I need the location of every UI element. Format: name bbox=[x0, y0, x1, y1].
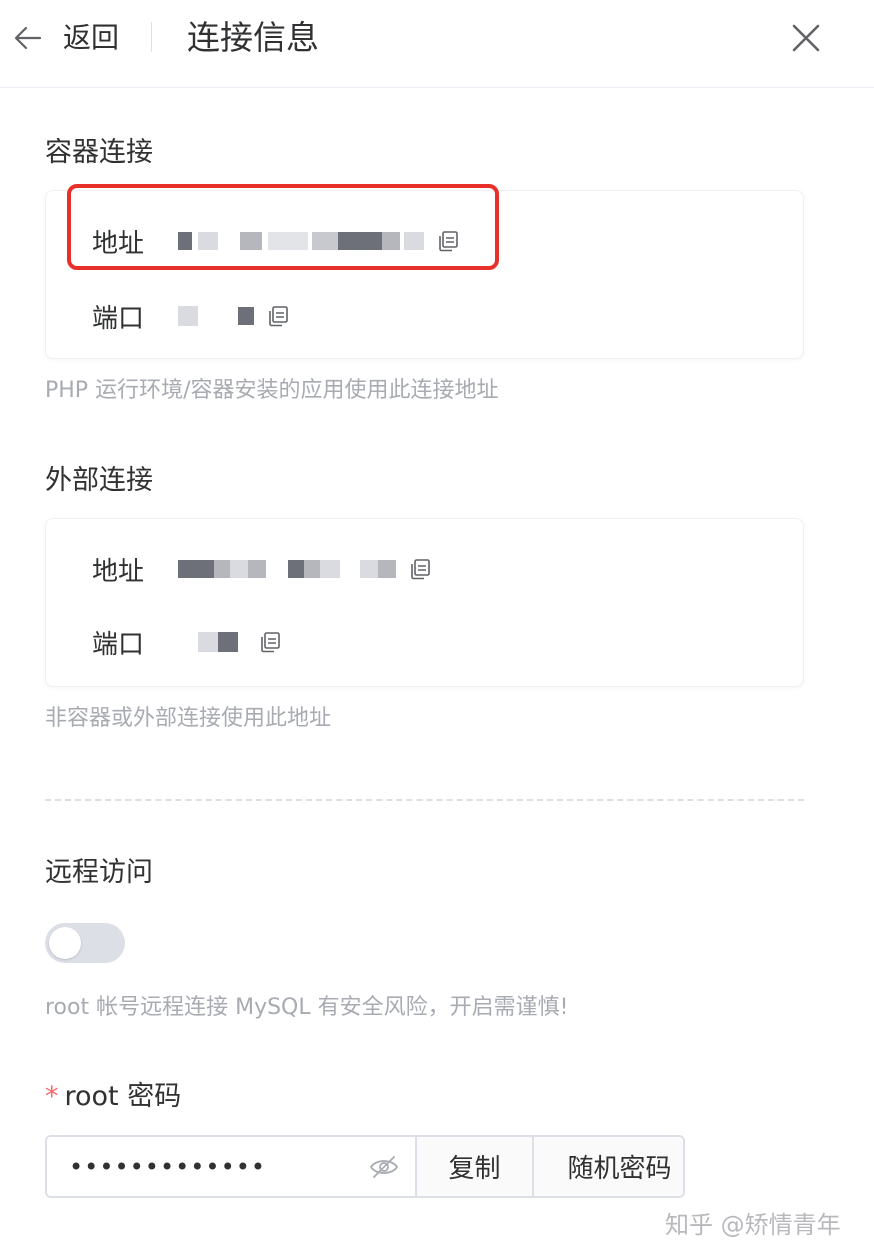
back-button[interactable]: 返回 bbox=[63, 18, 119, 58]
address-highlight-box bbox=[67, 184, 499, 270]
container-port-row: 端口 bbox=[92, 296, 290, 336]
page-title: 连接信息 bbox=[187, 18, 319, 57]
root-password-input[interactable] bbox=[47, 1137, 415, 1196]
container-connection-title: 容器连接 bbox=[45, 137, 153, 168]
required-mark: * bbox=[45, 1081, 59, 1112]
external-connection-title: 外部连接 bbox=[45, 465, 153, 496]
dialog-header: 返回 连接信息 bbox=[0, 0, 874, 88]
root-password-group: 复制 随机密码 bbox=[45, 1135, 685, 1198]
switch-knob bbox=[49, 927, 81, 959]
external-address-value bbox=[178, 560, 396, 578]
remote-access-title: 远程访问 bbox=[45, 857, 153, 888]
root-password-label-text: root 密码 bbox=[64, 1081, 182, 1112]
watermark: 知乎 @矫情青年 bbox=[665, 1211, 841, 1239]
container-port-value bbox=[178, 306, 254, 326]
external-port-label: 端口 bbox=[92, 629, 145, 660]
external-address-label: 地址 bbox=[92, 556, 145, 587]
section-divider bbox=[45, 799, 804, 801]
container-port-label: 端口 bbox=[92, 303, 145, 334]
copy-icon[interactable] bbox=[408, 557, 432, 581]
copy-icon[interactable] bbox=[266, 304, 290, 328]
remote-access-switch[interactable] bbox=[45, 923, 125, 963]
external-port-row: 端口 bbox=[92, 622, 282, 662]
root-password-label: * root 密码 bbox=[45, 1079, 181, 1115]
external-address-row: 地址 bbox=[92, 549, 432, 589]
back-arrow-icon[interactable] bbox=[14, 25, 42, 51]
external-connection-card: 地址 端口 bbox=[45, 518, 804, 687]
random-password-button[interactable]: 随机密码 bbox=[532, 1137, 683, 1196]
header-divider bbox=[151, 22, 152, 52]
copy-password-button[interactable]: 复制 bbox=[415, 1137, 532, 1196]
external-connection-hint: 非容器或外部连接使用此地址 bbox=[45, 706, 332, 731]
external-port-value bbox=[178, 632, 238, 652]
remote-access-hint: root 帐号远程连接 MySQL 有安全风险，开启需谨慎! bbox=[45, 995, 569, 1020]
copy-icon[interactable] bbox=[258, 630, 282, 654]
close-icon[interactable] bbox=[790, 22, 822, 54]
container-connection-hint: PHP 运行环境/容器安装的应用使用此连接地址 bbox=[45, 378, 499, 403]
